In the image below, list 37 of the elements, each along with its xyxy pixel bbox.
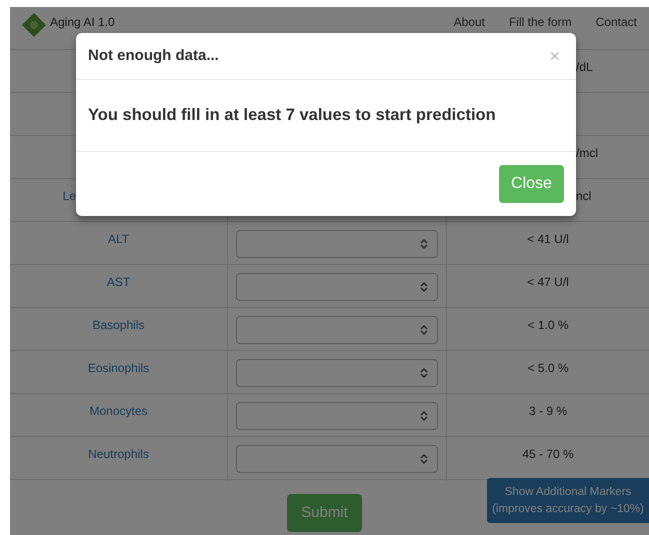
reference-range: < 5.0 % xyxy=(527,361,569,375)
show-markers-button[interactable]: Show Additional Markers (improves accuracy by ~10%) xyxy=(487,478,649,523)
reference-range: /dL xyxy=(576,60,593,74)
spinner-icon[interactable] xyxy=(420,410,428,422)
nav-link[interactable]: About xyxy=(454,16,485,29)
close-button[interactable]: Close xyxy=(499,165,564,203)
logo-icon xyxy=(22,13,46,37)
reference-range: ncl xyxy=(576,189,592,203)
modal-title: Not enough data... xyxy=(88,46,219,66)
reference-range: 45 - 70 % xyxy=(522,447,574,461)
marker-label: AST xyxy=(106,275,130,289)
spinner-icon[interactable] xyxy=(420,453,428,465)
reference-range: 3 - 9 % xyxy=(528,404,567,418)
reference-range: < 47 U/l xyxy=(527,275,569,289)
marker-label: Monocytes xyxy=(89,404,148,418)
spinner-icon[interactable] xyxy=(420,281,428,293)
number-input[interactable] xyxy=(236,273,438,301)
marker-label: ALT xyxy=(108,232,130,246)
number-input[interactable] xyxy=(236,402,438,430)
number-input[interactable] xyxy=(236,359,438,387)
spinner-icon[interactable] xyxy=(420,238,428,250)
reference-range: /mcl xyxy=(576,146,598,160)
number-input[interactable] xyxy=(236,316,438,344)
marker-label: Basophils xyxy=(92,318,145,332)
number-input[interactable] xyxy=(236,445,438,473)
spinner-icon[interactable] xyxy=(420,367,428,379)
marker-label: Eosinophils xyxy=(88,361,150,375)
marker-label: Neutrophils xyxy=(88,447,149,461)
spinner-icon[interactable] xyxy=(420,324,428,336)
number-input[interactable] xyxy=(236,230,438,258)
modal-message: You should fill in at least 7 values to start prediction xyxy=(88,105,496,126)
marker-label: Le xyxy=(62,189,76,203)
reference-range: < 41 U/l xyxy=(527,232,569,246)
nav-link[interactable]: Contact xyxy=(596,16,637,29)
nav-link[interactable]: Fill the form xyxy=(508,16,572,29)
brand-name[interactable]: Aging AI 1.0 xyxy=(50,16,115,29)
reference-range: < 1.0 % xyxy=(527,318,569,332)
